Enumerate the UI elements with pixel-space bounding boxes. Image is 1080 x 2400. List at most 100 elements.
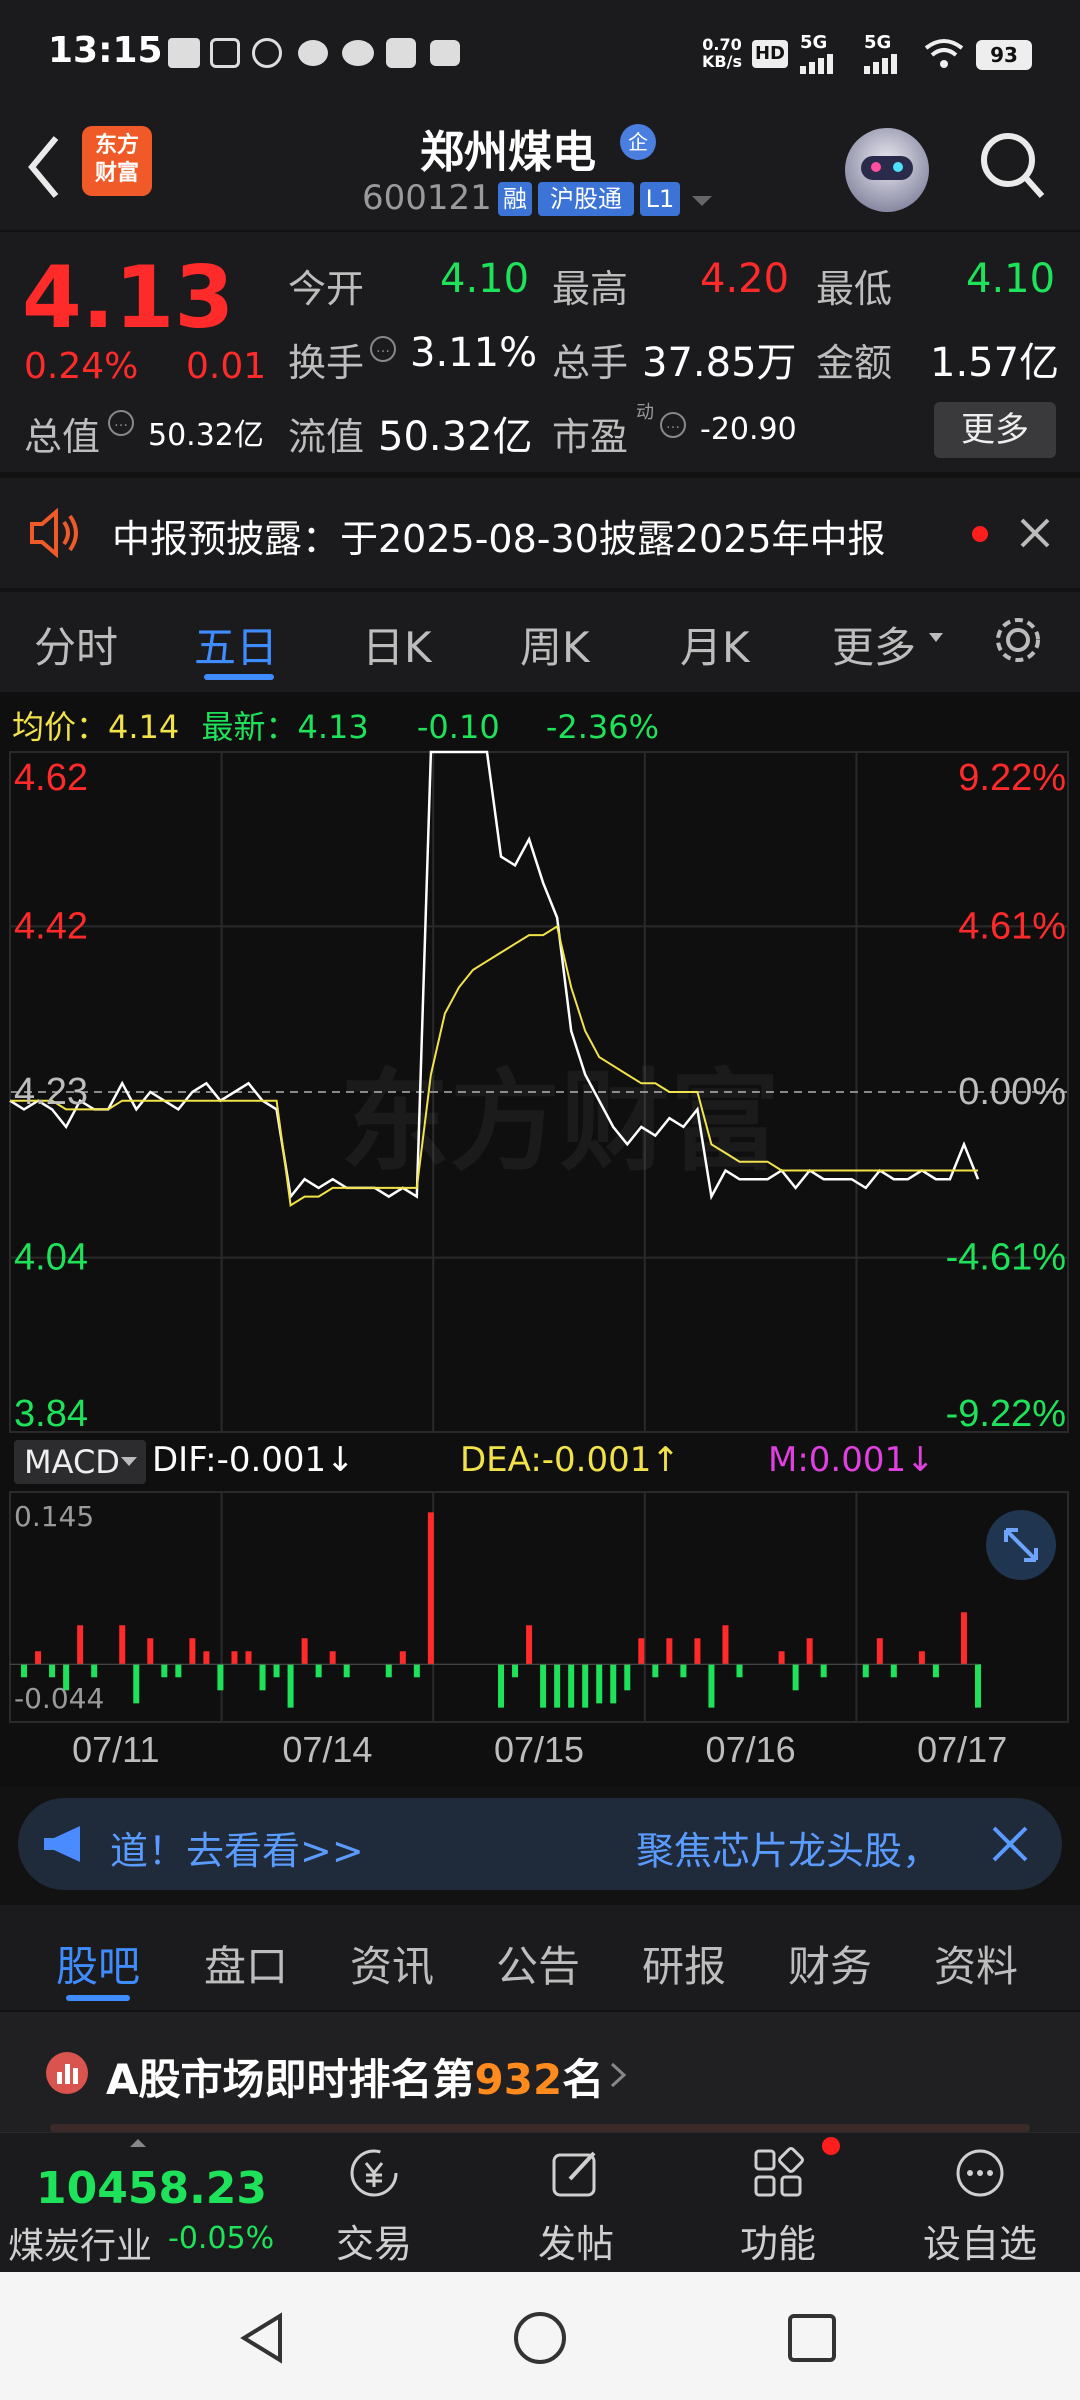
post-button[interactable]: 发帖: [506, 2133, 646, 2273]
expand-chart-button[interactable]: [986, 1510, 1056, 1580]
close-icon[interactable]: [988, 1822, 1032, 1866]
macd-dea: DEA:-0.001↑: [460, 1440, 680, 1480]
hd-icon: HD: [752, 40, 788, 68]
rank-text: A股市场即时排名第932名: [106, 2046, 604, 2107]
industry-name[interactable]: 煤炭行业: [8, 2217, 152, 2269]
status-time: 13:15: [48, 30, 163, 71]
change-amount: 0.01: [186, 346, 267, 387]
trade-label: 交易: [335, 2222, 412, 2266]
macd-label: MACD: [24, 1443, 120, 1481]
search-icon[interactable]: [976, 128, 1048, 204]
five-day-chart[interactable]: 均价：4.14 最新：4.13 -0.10 -2.36% 4.62 9.22% 4.…: [0, 692, 1080, 1787]
tab-weekly-k[interactable]: 周K: [520, 614, 590, 675]
macd-caret-icon[interactable]: [120, 1456, 138, 1468]
turnover-value: 3.11%: [410, 330, 538, 376]
tab-wuri[interactable]: 五日: [194, 614, 278, 675]
jovi-icon: [252, 38, 282, 68]
post-label: 发帖: [537, 2222, 614, 2266]
enterprise-badge: 企: [620, 124, 656, 160]
mail-icon: [430, 40, 460, 66]
amount-value: 1.57亿: [930, 340, 1060, 386]
logo-text-2: 财富: [94, 161, 139, 186]
notification-icon: [168, 38, 200, 68]
nav-home-icon[interactable]: [512, 2310, 568, 2366]
expand-icon: [1004, 1528, 1038, 1562]
trade-button[interactable]: 交易: [304, 2133, 444, 2273]
notice-bar[interactable]: 中报预披露：于2025-08-30披露2025年中报: [0, 478, 1080, 588]
turnover-label: 换手: [288, 341, 365, 385]
l1-tag[interactable]: L1: [640, 182, 680, 216]
alipay-icon: [386, 38, 416, 68]
robot-assistant-icon[interactable]: [845, 128, 929, 212]
system-nav-bar: [0, 2272, 1080, 2400]
tab-guba[interactable]: 股吧: [56, 1933, 140, 1994]
info-icon[interactable]: …: [660, 412, 686, 438]
eastmoney-logo[interactable]: 东方 财富: [82, 126, 152, 196]
low-label: 最低: [816, 267, 893, 311]
price-chart-svg: 4.62 9.22% 4.42 4.61% 4.23 0.00% 4.04 -4.61% 3.8…: [9, 750, 1069, 1770]
tab-finance[interactable]: 财务: [788, 1933, 872, 1994]
add-watchlist-button[interactable]: 设自选: [910, 2133, 1050, 2273]
margin-tag: 融: [498, 182, 532, 216]
pe-value: -20.90: [700, 412, 797, 447]
unread-dot: [972, 526, 988, 542]
y-axis-right-label: 9.22%: [958, 757, 1066, 799]
y-axis-left-label: 4.62: [14, 757, 88, 799]
mktcap-value: 50.32亿: [148, 418, 264, 453]
rank-icon: [46, 2052, 88, 2094]
chart-tabs: 分时 五日 日K 周K 月K 更多: [0, 592, 1080, 692]
info-icon[interactable]: …: [370, 336, 396, 362]
ad-banner[interactable]: 道！去看看>> 聚焦芯片龙头股，: [18, 1798, 1062, 1890]
tab-fenshi[interactable]: 分时: [34, 614, 118, 675]
low-value: 4.10: [966, 256, 1056, 302]
logo-text-1: 东方: [94, 133, 139, 158]
badge-dot: [822, 2137, 840, 2155]
ad-text-left: 道！去看看>>: [110, 1829, 364, 1873]
change-percent: 0.24%: [24, 346, 139, 387]
nav-back-icon[interactable]: [236, 2310, 292, 2366]
section-tab-indicator: [66, 1995, 130, 2001]
up-caret-icon: [130, 2139, 146, 2147]
industry-index-value[interactable]: 10458.23: [36, 2163, 267, 2214]
macd-min-label: -0.044: [14, 1682, 105, 1715]
wechat-icon: [342, 40, 374, 66]
ad-text-right: 聚焦芯片龙头股，: [636, 1829, 941, 1873]
tab-research[interactable]: 研报: [642, 1933, 726, 1994]
volume-label: 总手: [552, 341, 629, 385]
megaphone-icon: [44, 1826, 80, 1862]
settings-gear-icon[interactable]: [990, 612, 1046, 668]
nav-recent-icon[interactable]: [786, 2312, 838, 2364]
x-axis-label: 07/14: [282, 1729, 372, 1770]
close-icon[interactable]: [1018, 516, 1052, 550]
caret-down-icon[interactable]: [928, 632, 944, 644]
float-label: 流值: [288, 415, 365, 459]
tab-announcements[interactable]: 公告: [496, 1933, 580, 1994]
tab-news[interactable]: 资讯: [350, 1933, 434, 1994]
tab-daily-k[interactable]: 日K: [362, 614, 432, 675]
y-axis-left-label: 4.42: [14, 905, 88, 947]
tab-monthly-k[interactable]: 月K: [680, 614, 750, 675]
x-axis-label: 07/17: [917, 1729, 1007, 1770]
tab-more[interactable]: 更多: [832, 614, 916, 675]
float-value: 50.32亿: [378, 414, 533, 460]
back-arrow-icon[interactable]: [22, 132, 66, 202]
more-button[interactable]: 更多: [934, 402, 1056, 458]
x-axis-label: 07/16: [706, 1729, 796, 1770]
watermark: 东方财富: [340, 1058, 780, 1186]
tab-profile[interactable]: 资料: [934, 1933, 1018, 1994]
tab-pankou[interactable]: 盘口: [204, 1933, 288, 1994]
macd-max-label: 0.145: [14, 1500, 95, 1533]
y-axis-right-label: -4.61%: [946, 1237, 1066, 1279]
info-icon[interactable]: …: [108, 410, 134, 436]
stock-name: 郑州煤电: [420, 127, 596, 178]
open-label: 今开: [288, 267, 365, 311]
chevron-down-icon[interactable]: [690, 194, 714, 208]
rank-card-edge: [50, 2124, 1030, 2132]
pe-label: 市盈: [552, 415, 629, 459]
y-axis-left-label: 4.04: [14, 1237, 88, 1279]
bottom-toolbar: 10458.23 煤炭行业 -0.05% 交易 发帖 功能 设自选: [0, 2132, 1080, 2272]
rank-banner[interactable]: A股市场即时排名第932名: [0, 2012, 1080, 2132]
functions-button[interactable]: 功能: [708, 2133, 848, 2273]
signal-1-label: 5G: [800, 32, 828, 53]
watchlist-label: 设自选: [922, 2222, 1037, 2266]
